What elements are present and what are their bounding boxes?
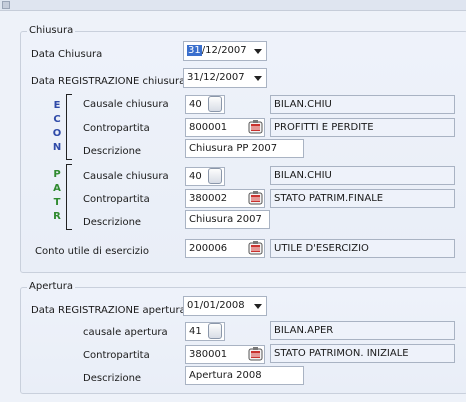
data-registrazione-chiusura-value: 31/12/2007 <box>187 72 245 83</box>
econ-causale-desc-field: BILAN.CHIU <box>270 95 455 114</box>
patr-bracket-top <box>66 164 72 165</box>
econ-letter-c: C <box>53 114 61 125</box>
patr-letter-a: A <box>53 183 61 194</box>
econ-letter-o: O <box>52 128 62 139</box>
patr-letter-r: R <box>53 211 61 222</box>
patr-letter-p: P <box>53 169 61 180</box>
econ-bracket-bottom <box>66 159 72 160</box>
chiusura-group-title: Chiusura <box>27 25 76 36</box>
chevron-down-icon <box>254 304 262 309</box>
chevron-down-icon <box>254 49 262 54</box>
econ-letter-n: N <box>52 142 62 153</box>
apertura-contropartita-label: Contropartita <box>83 350 150 361</box>
apertura-descrizione-field[interactable]: Apertura 2008 <box>185 366 304 385</box>
econ-vertical-label: E C O N <box>51 99 63 155</box>
data-registrazione-chiusura-label: Data REGISTRAZIONE chiusura <box>31 76 186 87</box>
econ-causale-lookup-button[interactable] <box>208 96 222 112</box>
causale-apertura-lookup-button[interactable] <box>208 323 222 339</box>
data-registrazione-chiusura-select[interactable]: 31/12/2007 <box>183 68 267 88</box>
patr-vertical-label: P A T R <box>51 168 63 224</box>
binder-lookup-icon[interactable] <box>248 346 264 362</box>
patr-descrizione-field[interactable]: Chiusura 2007 <box>185 210 270 229</box>
econ-bracket-line <box>66 94 67 160</box>
patr-contropartita-label: Contropartita <box>83 194 150 205</box>
patr-causale-desc-field: BILAN.CHIU <box>270 166 455 185</box>
patr-contropartita-desc-field: STATO PATRIM.FINALE <box>270 189 455 208</box>
window-top-border <box>0 0 466 11</box>
apertura-contropartita-desc-field: STATO PATRIMON. INIZIALE <box>270 344 455 363</box>
apertura-descrizione-label: Descrizione <box>83 373 142 384</box>
causale-apertura-label: causale apertura <box>83 327 168 338</box>
conto-utile-desc-field: UTILE D'ESERCIZIO <box>270 239 455 258</box>
apertura-group-title: Apertura <box>27 281 75 292</box>
window-corner-icon <box>2 1 10 9</box>
data-chiusura-select[interactable]: 31/12/2007 <box>183 41 267 61</box>
econ-bracket-top <box>66 94 72 95</box>
binder-lookup-icon[interactable] <box>248 240 264 256</box>
data-registrazione-apertura-select[interactable]: 01/01/2008 <box>183 296 267 316</box>
econ-causale-label: Causale chiusura <box>83 99 169 110</box>
econ-letter-e: E <box>53 100 61 111</box>
data-chiusura-rest: /12/2007 <box>201 45 247 56</box>
econ-contropartita-desc-field: PROFITTI E PERDITE <box>270 118 455 137</box>
data-chiusura-day-selected: 31 <box>187 45 202 56</box>
patr-causale-label: Causale chiusura <box>83 171 169 182</box>
patr-letter-t: T <box>53 197 61 208</box>
patr-causale-lookup-button[interactable] <box>208 168 222 184</box>
chevron-down-icon <box>254 76 262 81</box>
binder-lookup-icon[interactable] <box>248 190 264 206</box>
data-chiusura-label: Data Chiusura <box>31 49 103 60</box>
data-registrazione-apertura-value: 01/01/2008 <box>187 300 245 311</box>
causale-apertura-desc-field: BILAN.APER <box>270 321 455 340</box>
binder-lookup-icon[interactable] <box>248 119 264 135</box>
conto-utile-label: Conto utile di esercizio <box>35 246 149 257</box>
patr-bracket-line <box>66 164 67 230</box>
econ-contropartita-label: Contropartita <box>83 123 150 134</box>
patr-bracket-bottom <box>66 229 72 230</box>
patr-descrizione-label: Descrizione <box>83 217 142 228</box>
econ-descrizione-field[interactable]: Chiusura PP 2007 <box>185 139 304 158</box>
data-registrazione-apertura-label: Data REGISTRAZIONE apertura <box>31 305 186 316</box>
econ-descrizione-label: Descrizione <box>83 146 142 157</box>
